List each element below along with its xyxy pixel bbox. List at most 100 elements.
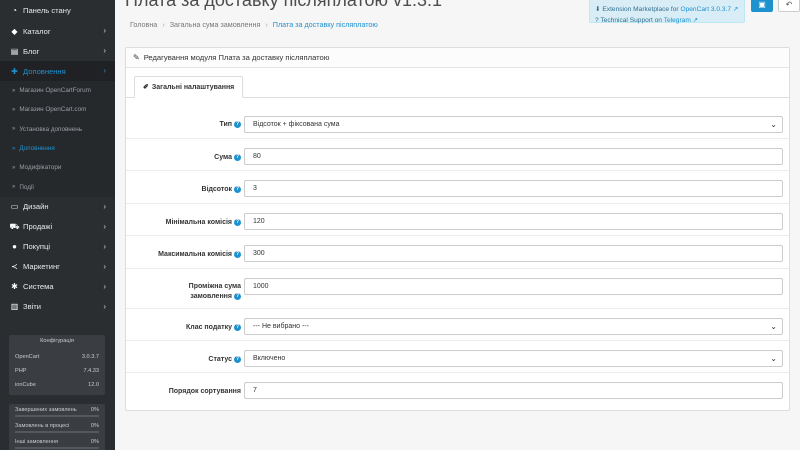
sidebar-item-design[interactable]: ▭ Дизайн ›: [0, 197, 115, 217]
pencil-icon: ✎: [133, 53, 140, 62]
breadcrumb: Головна › Загальна сума замовлення › Пла…: [130, 20, 378, 29]
form-row-status: Статус? Включено ⌄: [126, 340, 789, 372]
extension-info-box: ⬇ Extension Marketplace for OpenCart 3.0…: [589, 0, 745, 24]
sidebar-subitem-label: Установка доповнень: [19, 125, 83, 133]
progress-row: Замовлень в процесі 0%: [15, 423, 99, 439]
panel-heading: ✎ Редагування модуля Плата за доставку п…: [126, 48, 789, 68]
angle-double-right-icon: »: [12, 126, 16, 133]
form-row-sort-order: Порядок сортування 7: [126, 372, 789, 410]
sidebar-item-sales[interactable]: ⛟ Продажі ›: [0, 217, 115, 237]
info-text: Technical Support on: [600, 17, 664, 24]
panel-title: Редагування модуля Плата за доставку піс…: [143, 53, 330, 62]
chevron-right-icon: ›: [103, 241, 106, 251]
chevron-right-icon: ›: [103, 221, 106, 231]
marketplace-link[interactable]: OpenCart 3.0.3.7: [680, 6, 731, 13]
progress-value: 0%: [90, 423, 99, 429]
sidebar-subitem-label: Модифікатори: [19, 164, 62, 172]
chevron-down-icon: ›: [103, 66, 106, 75]
sidebar-item-label: Дизайн: [23, 202, 49, 212]
progress-value: 0%: [90, 439, 99, 445]
desktop-icon: ▭: [10, 202, 19, 212]
sidebar-item-label: Доповнення: [23, 66, 66, 76]
sort-order-input[interactable]: 7: [244, 382, 783, 399]
form-row-amount: Сума? 80: [126, 138, 789, 170]
config-stats: Конфігурація OpenCart 3.0.3.7 PHP 7.4.33…: [9, 335, 105, 395]
sidebar-subitem-installer[interactable]: » Установка доповнень: [0, 119, 115, 139]
share-icon: ≺: [11, 262, 18, 272]
external-link-icon: ↗: [732, 6, 739, 13]
form-row-type: Тип? Відсоток + фіксована сума ⌄: [126, 99, 789, 133]
sidebar-item-dashboard[interactable]: ◔ Панель стану: [0, 0, 115, 21]
field-label: Мінімальна комісія?: [165, 218, 241, 226]
progress-value: 0%: [90, 407, 99, 413]
field-label: Максимальна комісія?: [158, 250, 241, 258]
sidebar-item-label: Продажі: [23, 222, 53, 232]
sidebar-subitem-opencartforum[interactable]: » Магазин OpenCartForum: [0, 81, 115, 101]
edit-panel: ✎ Редагування модуля Плата за доставку п…: [125, 47, 790, 411]
sidebar-item-marketing[interactable]: ≺ Маркетинг ›: [0, 257, 115, 277]
select-value: Включено: [253, 355, 286, 362]
status-select[interactable]: Включено ⌄: [244, 350, 783, 367]
telegram-link[interactable]: Telegram: [664, 17, 691, 24]
question-circle-icon: ?: [595, 17, 599, 24]
tax-class-select[interactable]: --- Не вибрано --- ⌄: [244, 318, 783, 335]
save-button[interactable]: ▣: [751, 0, 773, 12]
min-fee-input[interactable]: 120: [244, 213, 783, 230]
sidebar-subitem-extensions[interactable]: » Доповнення: [0, 138, 115, 159]
progress-row: Завершених замовлень 0%: [15, 407, 99, 423]
breadcrumb-home[interactable]: Головна: [130, 20, 157, 29]
chevron-right-icon: ›: [103, 201, 106, 211]
tab-label: Загальні налаштування: [151, 83, 235, 91]
amount-input[interactable]: 80: [244, 148, 783, 165]
puzzle-icon: ✚: [11, 66, 18, 76]
max-fee-input[interactable]: 300: [244, 245, 783, 262]
stats-name: ionCube: [15, 382, 36, 388]
stats-row: OpenCart 3.0.3.7: [15, 350, 99, 364]
select-value: Відсоток + фіксована сума: [253, 121, 340, 128]
sidebar-subitem-modifications[interactable]: » Модифікатори: [0, 158, 115, 178]
sidebar-item-extensions[interactable]: ✚ Доповнення ›: [0, 61, 115, 81]
form-row-tax-class: Клас податку? --- Не вибрано --- ⌄: [126, 308, 789, 340]
sidebar-item-customers[interactable]: ● Покупці ›: [0, 237, 115, 257]
progress-bar: [15, 447, 99, 449]
percent-input[interactable]: 3: [244, 180, 783, 197]
help-icon: ?: [234, 292, 241, 300]
sidebar-item-system[interactable]: ✱ Система ›: [0, 277, 115, 297]
breadcrumb-order-total[interactable]: Загальна сума замовлення: [170, 20, 261, 29]
progress-label: Інші замовлення: [15, 439, 58, 445]
sidebar-item-label: Панель стану: [23, 6, 71, 15]
save-icon: ▣: [758, 0, 766, 9]
chevron-down-icon: ⌄: [770, 120, 777, 129]
help-icon: ?: [234, 153, 241, 161]
breadcrumb-separator-icon: ›: [265, 20, 268, 29]
breadcrumb-current[interactable]: Плата за доставку післяплатою: [273, 20, 378, 29]
help-icon: ?: [234, 120, 241, 128]
stats-row: PHP 7.4.33: [15, 364, 99, 378]
type-select[interactable]: Відсоток + фіксована сума ⌄: [244, 116, 783, 133]
stats-value: 7.4.33: [83, 368, 99, 374]
back-button[interactable]: ↶: [778, 0, 800, 12]
angle-double-right-icon: »: [12, 106, 16, 113]
stats-name: OpenCart: [15, 354, 40, 360]
sidebar-item-catalog[interactable]: ◆ Каталог ›: [0, 21, 115, 41]
field-label: Тип?: [219, 120, 241, 128]
external-link-icon: ↗: [692, 17, 699, 24]
sidebar-item-blog[interactable]: ▤ Блог ›: [0, 41, 115, 61]
sidebar-subitem-events[interactable]: » Події: [0, 177, 115, 197]
info-text: Extension Marketplace for: [602, 6, 681, 13]
sidebar-subitem-label: Доповнення: [19, 145, 55, 153]
reply-icon: ↶: [785, 0, 793, 9]
select-value: --- Не вибрано ---: [253, 323, 309, 330]
blog-icon: ▤: [10, 46, 19, 56]
chevron-down-icon: ⌄: [770, 322, 777, 331]
sidebar-item-label: Блог: [23, 46, 40, 56]
sidebar-subitem-opencart-com[interactable]: » Магазин OpenCart.com: [0, 100, 115, 120]
tab-general-settings[interactable]: ✐ Загальні налаштування: [134, 76, 244, 98]
sidebar-item-reports[interactable]: ▥ Звіти ›: [0, 297, 115, 317]
chevron-right-icon: ›: [103, 281, 106, 291]
subtotal-input[interactable]: 1000: [244, 278, 783, 295]
chevron-right-icon: ›: [103, 46, 106, 55]
order-progress: Завершених замовлень 0% Замовлень в проц…: [9, 404, 105, 450]
sidebar-subitem-label: Магазин OpenCart.com: [19, 106, 87, 114]
progress-label: Замовлень в процесі: [15, 423, 70, 429]
